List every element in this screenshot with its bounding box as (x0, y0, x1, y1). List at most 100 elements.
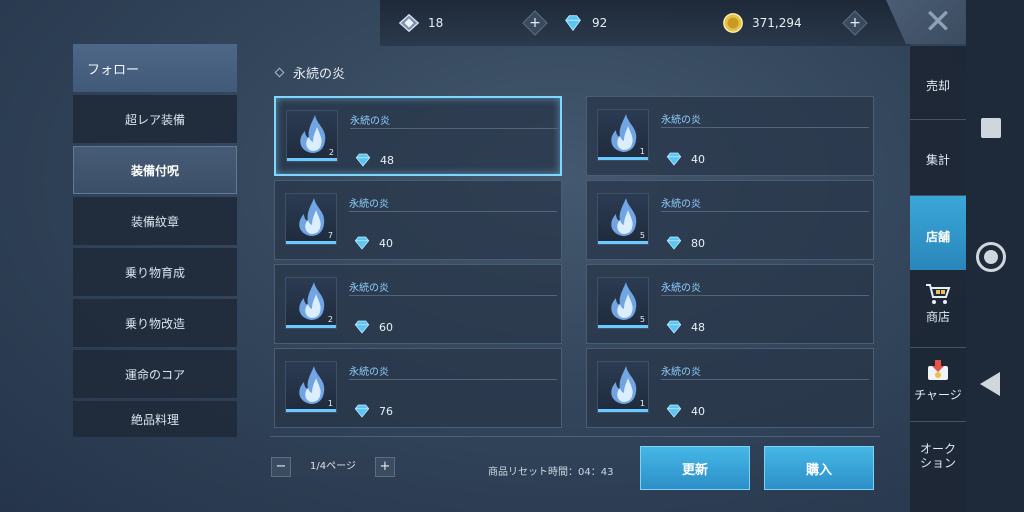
item-price-value: 48 (380, 153, 394, 167)
nav-auction-label-2: ション (919, 456, 956, 470)
gem-amount: 92 (592, 16, 608, 30)
shop-item-card[interactable]: 1 永続の炎 40 (586, 348, 874, 428)
item-price-value: 76 (379, 404, 393, 418)
crystal-counter: 18 (398, 12, 443, 34)
item-name: 永続の炎 (349, 283, 389, 294)
menu-item-fine-cuisine[interactable]: 絶品料理 (73, 401, 237, 437)
menu-item-mount-modification[interactable]: 乗り物改造 (73, 299, 237, 347)
shop-item-card[interactable]: 5 永続の炎 80 (586, 180, 874, 260)
diamond-icon (354, 320, 370, 334)
item-thumbnail: 1 (597, 361, 649, 413)
item-name: 永続の炎 (661, 283, 701, 294)
section-title: 永続の炎 (274, 63, 346, 82)
menu-label: 乗り物改造 (124, 316, 185, 331)
item-quantity: 5 (639, 231, 645, 240)
menu-label: フォロー (87, 62, 140, 78)
back-icon[interactable] (980, 372, 1000, 396)
menu-item-mount-training[interactable]: 乗り物育成 (73, 248, 237, 296)
item-thumbnail: 5 (597, 193, 649, 245)
shop-item-card[interactable]: 1 永続の炎 40 (586, 96, 874, 176)
right-nav: 売却 集計 店舗 商店 チャージ オーク ション (910, 46, 966, 512)
refresh-button[interactable]: 更新 (640, 446, 750, 490)
diamond-bullet-icon (274, 67, 285, 78)
item-name: 永続の炎 (349, 367, 389, 378)
item-name: 永続の炎 (661, 115, 701, 126)
menu-label: 運命のコア (124, 367, 185, 382)
currency-bar (380, 0, 910, 46)
gold-coin-icon (723, 13, 743, 33)
diamond-icon (354, 404, 370, 418)
menu-label: 絶品料理 (130, 412, 179, 427)
shop-item-card[interactable]: 5 永続の炎 48 (586, 264, 874, 344)
diamond-icon (666, 236, 682, 250)
nav-charge-label: チャージ (914, 388, 962, 402)
item-thumbnail: 2 (285, 277, 337, 329)
nav-gather[interactable]: 集計 (910, 120, 966, 196)
section-title-text: 永続の炎 (293, 67, 346, 82)
item-thumbnail: 1 (285, 361, 337, 413)
item-name: 永続の炎 (350, 116, 390, 127)
gem-counter: 92 (562, 12, 607, 34)
item-price-value: 40 (691, 152, 705, 166)
item-price-value: 40 (691, 404, 705, 418)
crystal-amount: 18 (428, 16, 444, 30)
nav-shop[interactable]: 商店 (910, 276, 966, 348)
nav-store[interactable]: 店舗 (910, 196, 966, 270)
divider (270, 436, 880, 437)
menu-item-equipment-enchant[interactable]: 装備付呪 (73, 146, 237, 194)
nav-charge[interactable]: チャージ (910, 348, 966, 422)
nav-sell[interactable]: 売却 (910, 46, 966, 120)
item-price-value: 60 (379, 320, 393, 334)
item-quantity: 1 (327, 399, 333, 408)
menu-item-super-rare-equipment[interactable]: 超レア装備 (73, 95, 237, 143)
nav-sell-label: 売却 (925, 79, 950, 93)
diamond-icon (354, 236, 370, 250)
shop-item-card[interactable]: 2 永続の炎 48 (274, 96, 562, 176)
menu-item-destiny-core[interactable]: 運命のコア (73, 350, 237, 398)
home-icon[interactable] (976, 242, 1006, 272)
item-price: 76 (353, 403, 393, 419)
item-price: 40 (665, 151, 705, 167)
shopping-cart-icon (926, 284, 951, 304)
menu-label: 装備紋章 (130, 214, 179, 229)
nav-auction-label-1: オーク (919, 442, 956, 456)
item-price: 48 (354, 152, 394, 168)
shop-item-card[interactable]: 2 永続の炎 60 (274, 264, 562, 344)
buy-button[interactable]: 購入 (764, 446, 874, 490)
menu-label: 超レア装備 (124, 112, 185, 127)
shop-item-card[interactable]: 7 永続の炎 40 (274, 180, 562, 260)
category-menu: フォロー 超レア装備 装備付呪 装備紋章 乗り物育成 乗り物改造 運命のコア 絶… (73, 44, 237, 440)
item-price-value: 40 (379, 236, 393, 250)
item-price: 48 (665, 319, 705, 335)
close-icon: ✕ (923, 2, 953, 42)
item-price: 60 (353, 319, 393, 335)
diamond-icon (666, 152, 682, 166)
item-quantity: 1 (639, 399, 645, 408)
item-quantity: 1 (639, 147, 645, 156)
nav-store-label: 店舗 (925, 230, 950, 244)
prev-page-button[interactable]: − (271, 457, 291, 477)
item-name: 永続の炎 (661, 199, 701, 210)
item-thumbnail: 5 (597, 277, 649, 329)
item-price: 40 (353, 235, 393, 251)
item-name: 永続の炎 (661, 367, 701, 378)
pager: − 1/4ページ + (271, 457, 395, 477)
item-quantity: 7 (327, 231, 333, 240)
next-page-button[interactable]: + (375, 457, 395, 477)
shop-item-card[interactable]: 1 永続の炎 76 (274, 348, 562, 428)
menu-label: 装備付呪 (130, 163, 179, 178)
game-screen: 18 + 92 371,294 + ✕ フォロー 超レア装備 装備付呪 装備紋章… (0, 0, 1024, 512)
item-price: 40 (665, 403, 705, 419)
item-quantity: 5 (639, 315, 645, 324)
page-indicator: 1/4ページ (293, 457, 373, 477)
nav-shop-label: 商店 (925, 310, 950, 324)
item-quantity: 2 (327, 315, 333, 324)
crystal-icon (398, 13, 420, 33)
item-thumbnail: 7 (285, 193, 337, 245)
gold-counter: 371,294 (722, 12, 802, 34)
menu-item-follow[interactable]: フォロー (73, 44, 237, 92)
recent-apps-icon[interactable] (981, 118, 1001, 138)
nav-auction[interactable]: オーク ション (910, 442, 966, 492)
menu-item-equipment-crest[interactable]: 装備紋章 (73, 197, 237, 245)
item-price-value: 80 (691, 236, 705, 250)
